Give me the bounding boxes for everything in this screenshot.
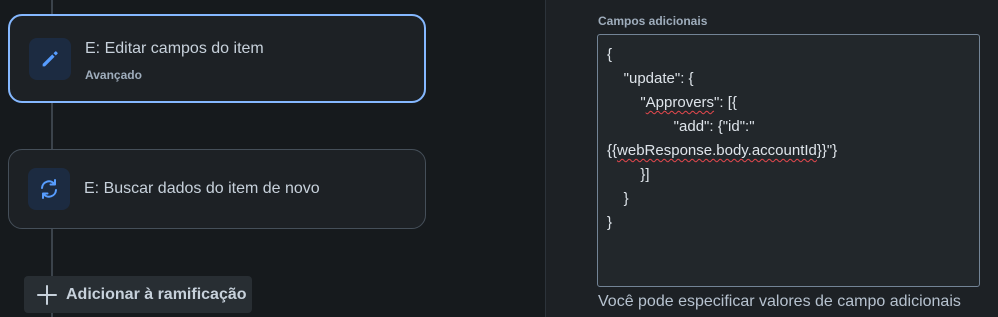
pencil-icon bbox=[29, 38, 71, 80]
editor-line: }] bbox=[607, 166, 650, 183]
editor-line: "add": {"id":" bbox=[607, 118, 755, 135]
additional-fields-editor[interactable]: { "update": { "Approvers": [{ "add": {"i… bbox=[597, 34, 980, 287]
editor-line: { bbox=[607, 46, 613, 63]
step-title: E: Buscar dados do item de novo bbox=[84, 180, 320, 197]
add-branch-label: Adicionar à ramificação bbox=[66, 285, 247, 303]
step-card-fetch-item[interactable]: E: Buscar dados do item de novo bbox=[8, 149, 426, 229]
spellcheck-underline: Approvers bbox=[645, 94, 715, 111]
refresh-icon bbox=[28, 168, 70, 210]
step-title: E: Editar campos do item bbox=[85, 40, 264, 57]
helper-text: Você pode especificar valores de campo a… bbox=[598, 293, 961, 310]
step-subtitle: Avançado bbox=[85, 68, 142, 82]
editor-line: {{webResponse.body.accountId}}"} bbox=[607, 142, 838, 159]
panel-divider bbox=[545, 0, 546, 317]
editor-line: } bbox=[607, 214, 613, 231]
additional-fields-label: Campos adicionais bbox=[598, 14, 708, 28]
editor-line: "update": { bbox=[607, 70, 694, 87]
add-branch-button[interactable]: Adicionar à ramificação bbox=[24, 276, 252, 313]
spellcheck-underline: webResponse.body.accountId bbox=[617, 142, 817, 159]
editor-line: "Approvers": [{ bbox=[607, 94, 737, 111]
editor-line: } bbox=[607, 190, 629, 207]
step-card-edit-fields[interactable]: E: Editar campos do item Avançado bbox=[8, 14, 426, 103]
plus-icon bbox=[36, 284, 58, 306]
